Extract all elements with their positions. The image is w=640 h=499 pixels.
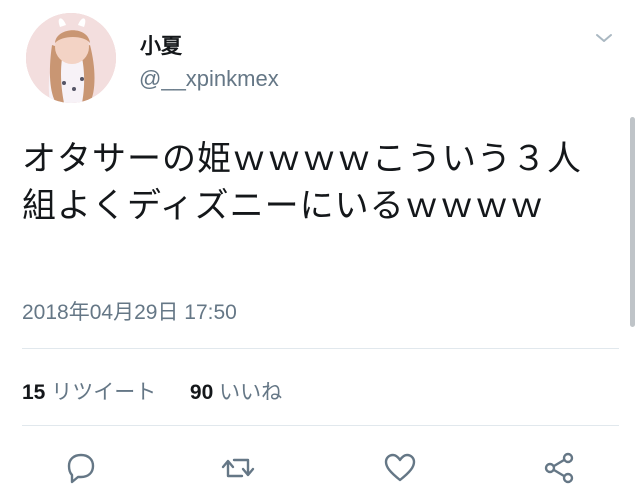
- retweets-count[interactable]: 15: [22, 381, 45, 404]
- chevron-down-icon[interactable]: [594, 30, 614, 46]
- avatar[interactable]: [26, 13, 116, 103]
- tweet-stats: 15 リツイート 90 いいね: [22, 376, 282, 406]
- likes-label[interactable]: いいね: [219, 381, 282, 404]
- divider: [22, 348, 619, 349]
- scrollbar[interactable]: [630, 117, 635, 327]
- retweets-label[interactable]: リツイート: [51, 381, 156, 404]
- tweet-timestamp: 2018年04月29日 17:50: [22, 301, 237, 324]
- heart-icon[interactable]: [380, 448, 420, 488]
- retweet-icon[interactable]: [218, 448, 258, 488]
- display-name[interactable]: 小夏: [140, 30, 182, 60]
- divider: [22, 425, 619, 426]
- tweet-text: オタサーの姫ｗｗｗｗこういう３人組よくディズニーにいるｗｗｗｗ: [22, 139, 582, 226]
- share-icon[interactable]: [540, 448, 580, 488]
- user-handle[interactable]: @__xpinkmex: [139, 66, 279, 92]
- reply-icon[interactable]: [61, 448, 101, 488]
- likes-count[interactable]: 90: [190, 381, 213, 404]
